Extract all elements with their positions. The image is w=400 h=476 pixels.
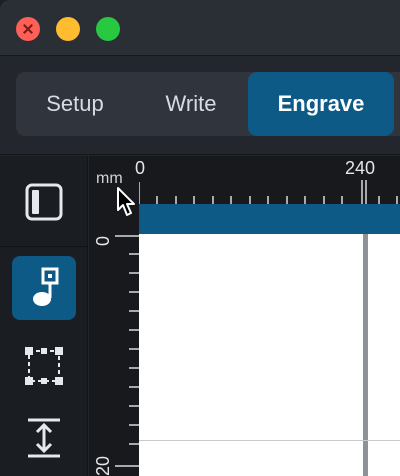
ruler-label-left-20: 20 [93, 455, 113, 476]
graphic-editing-tool-button[interactable] [12, 256, 76, 320]
minimize-window-button[interactable] [56, 17, 80, 41]
ruler-label-240: 240 [345, 158, 376, 178]
app-window: Setup Write Engrave mm 0 240 0 20 [0, 0, 400, 476]
page-horizontal-guide [139, 440, 400, 441]
title-bar [0, 0, 400, 56]
staff-spacing-tool-button[interactable] [12, 406, 76, 470]
panel-toggle-button[interactable] [12, 170, 76, 234]
vertical-spacing-icon [28, 418, 60, 458]
score-canvas[interactable] [139, 204, 400, 476]
horizontal-ruler[interactable]: 0 240 [135, 156, 400, 204]
vertical-ruler[interactable]: 0 20 [89, 204, 139, 476]
tab-engrave[interactable]: Engrave [248, 72, 394, 136]
note-frame-icon [33, 267, 59, 306]
close-window-button[interactable] [16, 17, 40, 41]
frame-select-icon [25, 347, 63, 385]
zoom-window-button[interactable] [96, 17, 120, 41]
toolbar-divider [0, 246, 88, 247]
mode-tabs: Setup Write Engrave [16, 72, 400, 136]
mouse-pointer-icon [117, 187, 135, 216]
tab-setup[interactable]: Setup [16, 72, 134, 136]
page-header-band [139, 204, 400, 234]
mode-bar: Setup Write Engrave [0, 57, 400, 155]
panel-toggle-icon [25, 183, 63, 221]
tab-write[interactable]: Write [134, 72, 248, 136]
frame-selection-tool-button[interactable] [12, 334, 76, 398]
engrave-toolbox [0, 156, 88, 476]
ruler-label-left-0: 0 [93, 235, 113, 246]
ruler-label-0: 0 [135, 158, 146, 178]
